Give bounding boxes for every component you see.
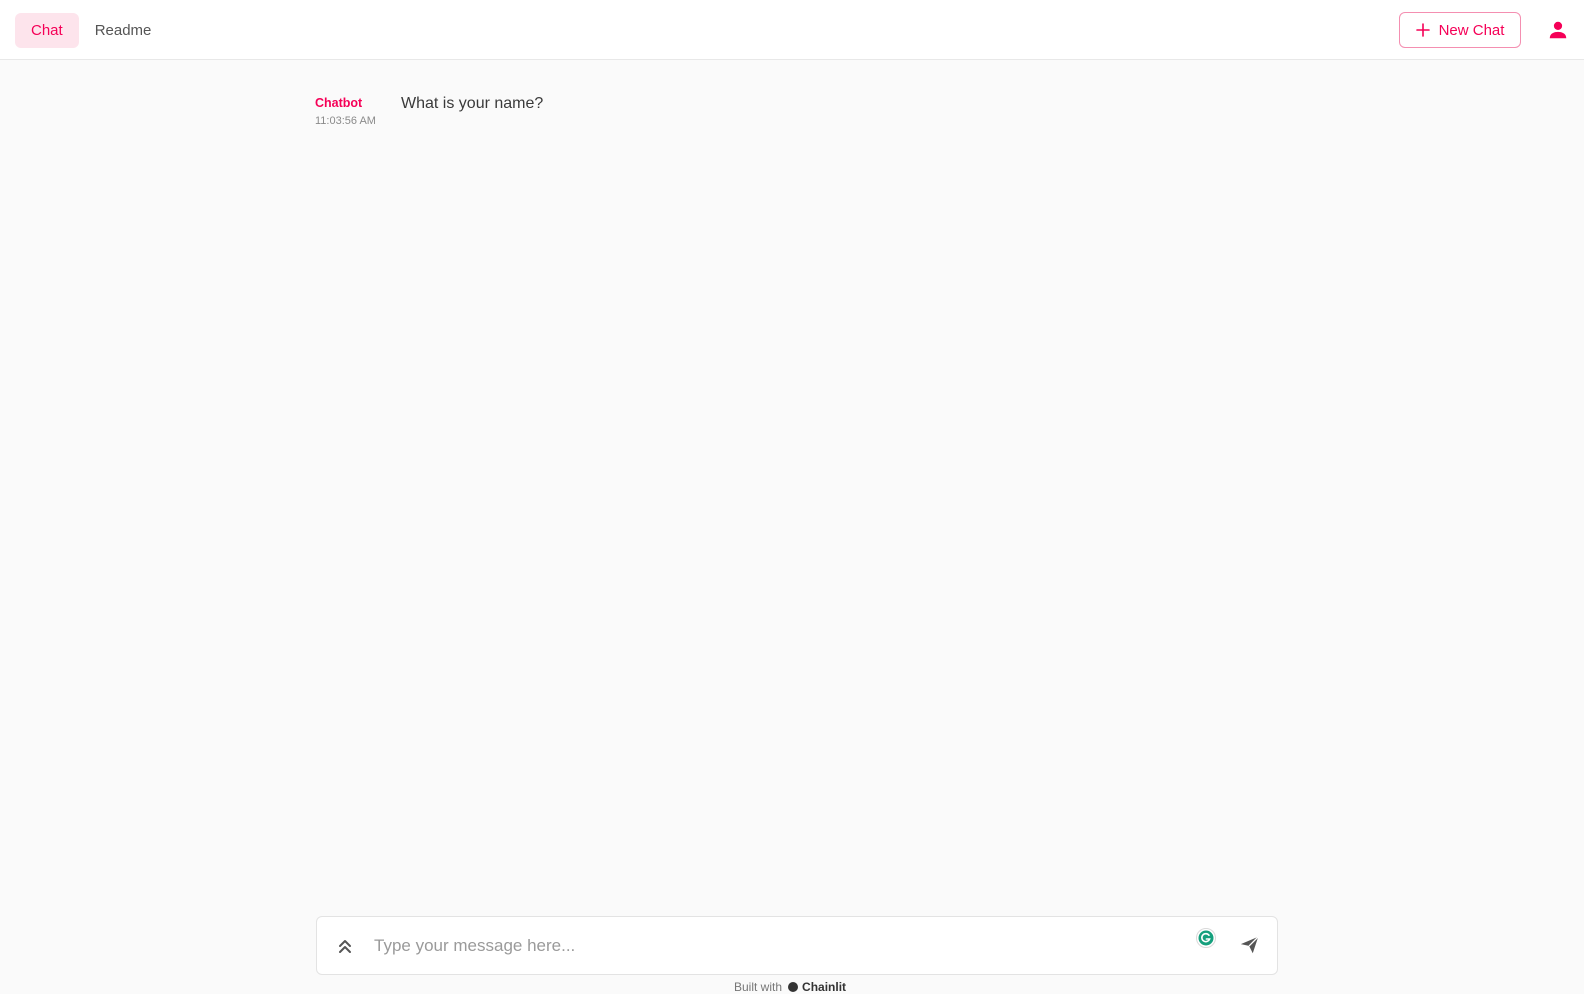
built-with-label: Built with [734, 980, 783, 994]
chainlit-logo-icon [788, 982, 799, 992]
tab-readme[interactable]: Readme [79, 13, 168, 48]
brand[interactable]: Chainlit [787, 980, 846, 994]
message-input[interactable] [372, 931, 1172, 961]
footer: Built with Chainlit [734, 980, 846, 994]
message-timestamp: 11:03:56 AM [315, 115, 376, 127]
message-content: What is your name? [401, 95, 544, 112]
tab-chat[interactable]: Chat [15, 13, 79, 48]
message-meta: Chatbot 11:03:56 AM [315, 94, 401, 127]
plus-icon [1415, 23, 1430, 37]
nav-tabs: Chat Readme [15, 13, 167, 48]
message-composer [316, 916, 1278, 975]
brand-label: Chainlit [802, 980, 847, 994]
double-chevron-up-icon[interactable] [336, 936, 354, 956]
chat-message: Chatbot 11:03:56 AM What is your name? [315, 94, 543, 127]
new-chat-label: New Chat [1438, 21, 1505, 39]
grammarly-icon[interactable] [1196, 928, 1216, 948]
new-chat-button[interactable]: New Chat [1399, 12, 1521, 48]
send-icon[interactable] [1239, 934, 1261, 956]
user-icon[interactable] [1547, 19, 1569, 41]
message-author: Chatbot [315, 96, 363, 110]
top-bar: Chat Readme New Chat [0, 0, 1584, 60]
